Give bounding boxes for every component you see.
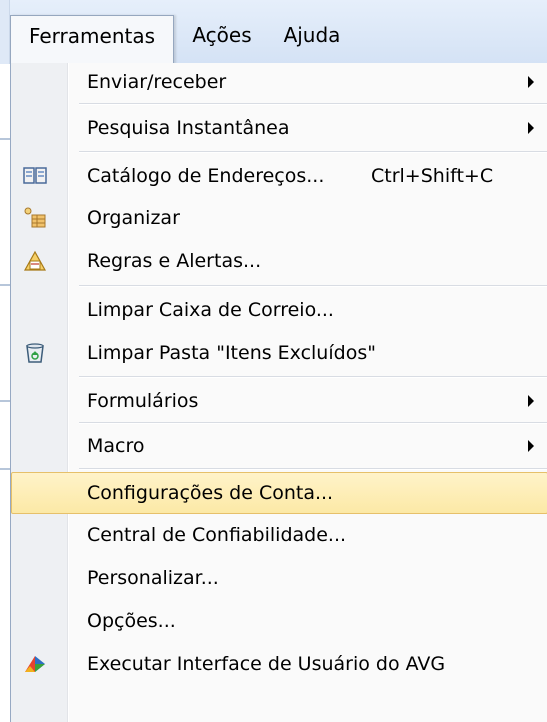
menu-separator bbox=[79, 376, 547, 378]
menu-separator bbox=[79, 103, 547, 105]
menu-item-macro[interactable]: Macro bbox=[11, 426, 547, 466]
menu-ferramentas-label: Ferramentas bbox=[28, 24, 156, 48]
menu-item-label: Executar Interface de Usuário do AVG bbox=[87, 653, 446, 675]
background-mark bbox=[0, 468, 10, 470]
menu-ajuda-label: Ajuda bbox=[283, 23, 341, 47]
menu-separator bbox=[79, 285, 547, 287]
address-book-icon bbox=[23, 167, 47, 184]
background-mark bbox=[0, 400, 10, 402]
menu-item-limpar-pasta-excluidos[interactable]: Limpar Pasta "Itens Excluídos" bbox=[11, 333, 547, 373]
menu-item-label: Pesquisa Instantânea bbox=[87, 117, 290, 139]
background-edge bbox=[0, 64, 10, 722]
menu-separator bbox=[79, 468, 547, 470]
menu-item-label: Enviar/receber bbox=[87, 71, 227, 93]
menu-item-label: Limpar Pasta "Itens Excluídos" bbox=[87, 342, 376, 364]
menu-item-limpar-caixa[interactable]: Limpar Caixa de Correio... bbox=[11, 290, 547, 330]
menu-ferramentas[interactable]: Ferramentas bbox=[10, 15, 174, 64]
menu-item-personalizar[interactable]: Personalizar... bbox=[11, 558, 547, 598]
menu-ajuda[interactable]: Ajuda bbox=[274, 15, 350, 64]
menu-item-regras-alertas[interactable]: Regras e Alertas... bbox=[11, 241, 547, 281]
menu-item-label: Catálogo de Endereços... bbox=[87, 165, 325, 187]
submenu-arrow-icon bbox=[528, 440, 534, 452]
menu-item-central-confiabilidade[interactable]: Central de Confiabilidade... bbox=[11, 515, 547, 555]
menu-acoes[interactable]: Ações bbox=[176, 15, 268, 64]
menu-item-label: Opções... bbox=[87, 610, 176, 632]
submenu-arrow-icon bbox=[528, 76, 534, 88]
background-mark bbox=[0, 284, 10, 286]
menu-item-catalogo-enderecos[interactable]: Catálogo de Endereços... Ctrl+Shift+C bbox=[11, 156, 547, 196]
menu-item-label: Regras e Alertas... bbox=[87, 250, 262, 272]
menu-item-configuracoes-conta[interactable]: Configurações de Conta... bbox=[11, 472, 547, 514]
menu-item-label: Limpar Caixa de Correio... bbox=[87, 299, 334, 321]
submenu-arrow-icon bbox=[528, 395, 534, 407]
menu-item-label: Organizar bbox=[87, 207, 180, 229]
menu-item-shortcut: Ctrl+Shift+C bbox=[371, 165, 494, 187]
menu-item-label: Configurações de Conta... bbox=[87, 482, 334, 504]
menu-item-label: Central de Confiabilidade... bbox=[87, 524, 347, 546]
menu-separator bbox=[79, 151, 547, 153]
menu-item-label: Formulários bbox=[87, 390, 199, 412]
tools-dropdown-menu: Enviar/receber Pesquisa Instantânea Catá… bbox=[10, 63, 547, 722]
menu-item-label: Macro bbox=[87, 435, 145, 457]
menu-item-executar-avg[interactable]: Executar Interface de Usuário do AVG bbox=[11, 644, 547, 684]
menubar: Ferramentas Ações Ajuda bbox=[0, 0, 547, 64]
submenu-arrow-icon bbox=[528, 122, 534, 134]
menu-item-opcoes[interactable]: Opções... bbox=[11, 601, 547, 641]
menu-acoes-label: Ações bbox=[192, 23, 252, 47]
menu-item-enviar-receber[interactable]: Enviar/receber bbox=[11, 63, 547, 101]
background-mark bbox=[0, 138, 10, 140]
organize-icon bbox=[24, 207, 46, 228]
menu-item-formularios[interactable]: Formulários bbox=[11, 381, 547, 421]
menubar-left-strip bbox=[0, 0, 10, 64]
menu-item-label: Personalizar... bbox=[87, 567, 219, 589]
menu-item-pesquisa-instantanea[interactable]: Pesquisa Instantânea bbox=[11, 108, 547, 148]
avg-icon bbox=[25, 656, 45, 672]
recycle-bin-icon bbox=[26, 343, 44, 363]
menu-separator bbox=[79, 422, 547, 424]
menu-item-organizar[interactable]: Organizar bbox=[11, 198, 547, 238]
rules-alerts-icon bbox=[23, 250, 47, 271]
